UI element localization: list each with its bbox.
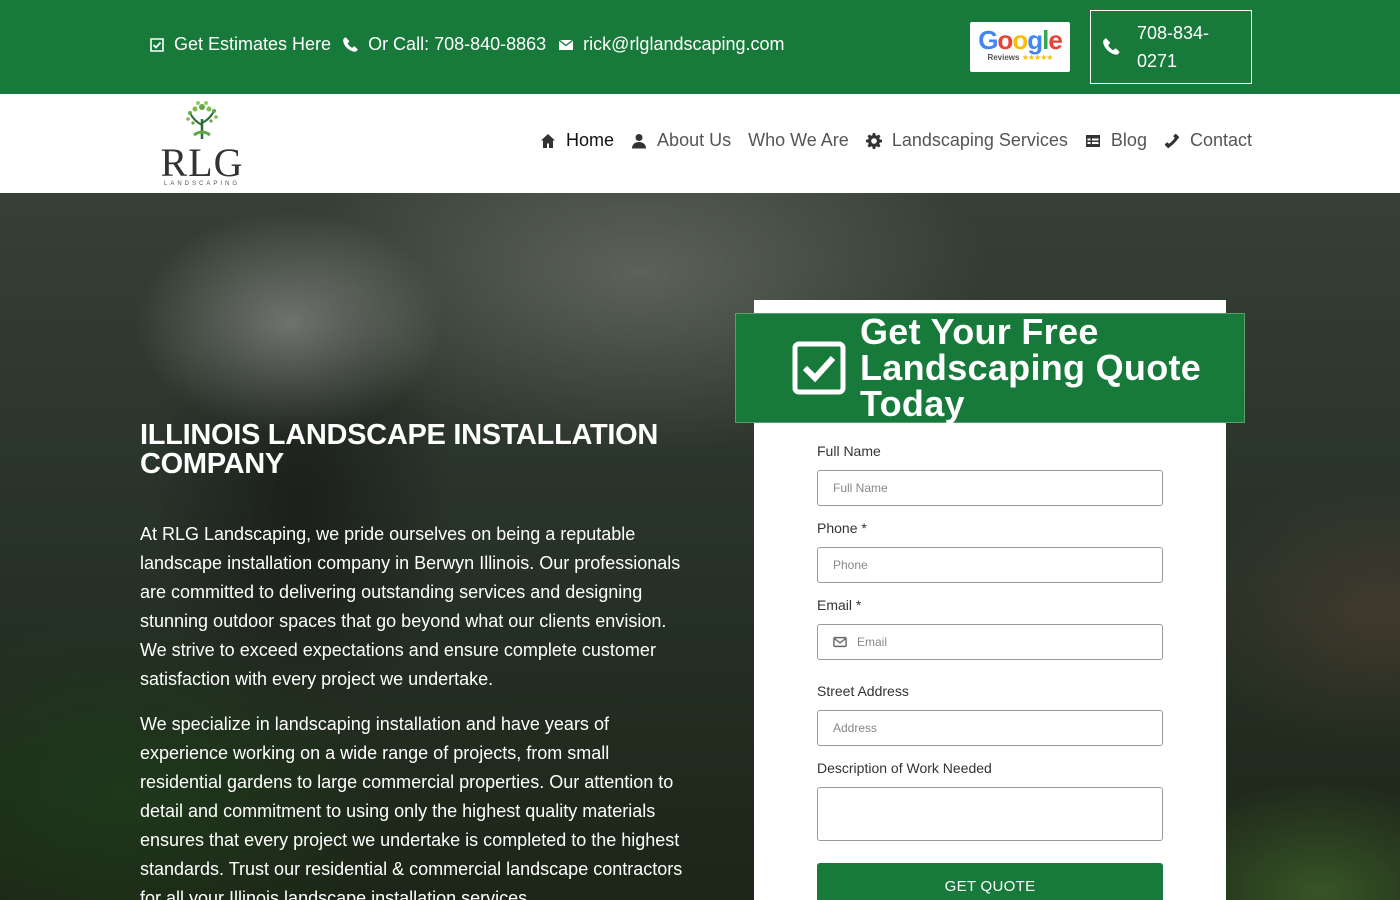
phone-icon (1103, 38, 1120, 55)
full-name-label: Full Name (817, 443, 881, 459)
nav-item-landscaping-services[interactable]: Landscaping Services (865, 130, 1068, 151)
description-textarea[interactable] (817, 787, 1163, 841)
full-name-input[interactable]: Full Name (817, 470, 1163, 506)
hero-title: ILLINOIS LANDSCAPE INSTALLATION COMPANY (140, 419, 659, 480)
hero-section: ILLINOIS LANDSCAPE INSTALLATION COMPANY … (0, 193, 1400, 900)
nav-item-about-us[interactable]: About Us (631, 130, 731, 151)
main-nav: Home About Us Who We Are Landscaping Ser… (523, 130, 1252, 151)
top-contacts: Get Estimates Here Or Call: 708-840-8863… (148, 34, 796, 55)
phone-placeholder: Phone (833, 558, 868, 572)
site-logo[interactable]: RLG LANDSCAPING (150, 99, 254, 189)
quote-banner: Get Your Free Landscaping Quote Today (735, 313, 1245, 423)
home-icon (541, 133, 556, 148)
description-label: Description of Work Needed (817, 760, 992, 776)
checkbox-icon (148, 36, 166, 54)
site-header: RLG LANDSCAPING Home About Us Who We Are… (0, 94, 1400, 193)
get-quote-button[interactable]: GET QUOTE (817, 863, 1163, 900)
nav-item-who-we-are[interactable]: Who We Are (748, 130, 849, 151)
email-placeholder: Email (857, 635, 888, 649)
email-input[interactable]: Email (817, 624, 1163, 660)
envelope-icon (557, 36, 575, 54)
quote-form: Full Name Full Name Phone * Phone Email … (817, 443, 1163, 900)
hero-paragraph: We specialize in landscaping installatio… (140, 714, 683, 900)
table-icon (1085, 134, 1100, 147)
nav-item-home[interactable]: Home (540, 130, 614, 151)
tree-logo-icon (186, 101, 218, 139)
top-bar: Get Estimates Here Or Call: 708-840-8863… (0, 0, 1400, 94)
quote-title: Get Your Free Landscaping Quote Today (860, 311, 1202, 424)
nav-item-contact[interactable]: Contact (1164, 130, 1252, 151)
get-estimates-link[interactable]: Get Estimates Here (148, 34, 331, 55)
address-placeholder: Address (833, 721, 878, 735)
email-label: Email * (817, 597, 862, 613)
logo-subtitle: LANDSCAPING (163, 181, 240, 187)
street-address-label: Street Address (817, 683, 909, 699)
hero-paragraph: At RLG Landscaping, we pride ourselves o… (140, 524, 681, 689)
phone-call-button[interactable]: 708-834-0271 (1090, 10, 1252, 84)
phone-icon (342, 36, 360, 54)
user-icon (632, 133, 647, 148)
hero-text: ILLINOIS LANDSCAPE INSTALLATION COMPANY … (140, 421, 690, 900)
phone-input[interactable]: Phone (817, 547, 1163, 583)
stars-icon: ★★★★★ (1021, 53, 1054, 62)
call-link[interactable]: Or Call: 708-840-8863 (342, 34, 546, 55)
logo-wordmark: RLG (160, 140, 244, 185)
google-reviews-badge[interactable]: Google Reviews ★★★★★ (970, 22, 1070, 72)
get-estimates-label: Get Estimates Here (174, 34, 332, 54)
gear-icon (865, 132, 882, 149)
nav-item-blog[interactable]: Blog (1085, 130, 1147, 151)
phone-label: Phone * (817, 520, 867, 536)
email-link[interactable]: rick@rlglandscaping.com (557, 34, 785, 55)
full-name-placeholder: Full Name (833, 481, 888, 495)
street-address-input[interactable]: Address (817, 710, 1163, 746)
envelope-icon (833, 636, 847, 648)
checkbox-checked-icon (792, 341, 846, 395)
call-label: Or Call: 708-840-8863 (368, 34, 547, 54)
google-logo: Google (978, 25, 1063, 55)
email-label: rick@rlglandscaping.com (583, 34, 785, 54)
phone-button-number: 708-834-0271 (1137, 23, 1210, 71)
phone-icon (1164, 133, 1180, 148)
